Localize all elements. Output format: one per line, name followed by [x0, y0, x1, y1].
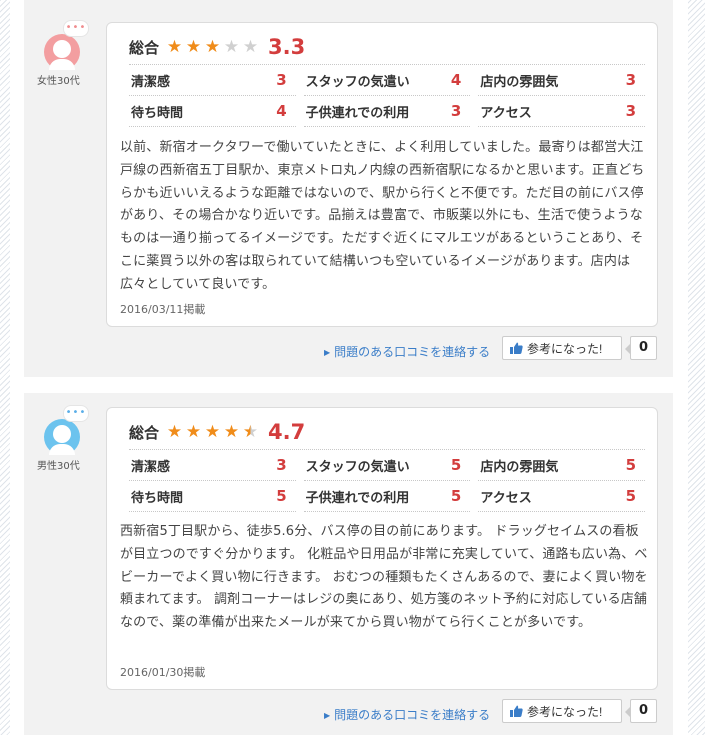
star-rating: ★ ★ ★ ★ ★	[165, 421, 260, 442]
sub-rating-value: 3	[450, 102, 462, 120]
reviewer-demographic: 女性30代	[37, 76, 80, 87]
review-card: 総合 ★ ★ ★ ★ ★ 3.3 清潔感 3 スタッフの気遣い 4 店内の雰囲気…	[106, 22, 658, 327]
sub-rating-wait-time: 待ち時間 4	[129, 96, 296, 127]
sub-rating-label: 店内の雰囲気	[480, 459, 559, 475]
triangle-right-icon: ▶	[324, 348, 331, 357]
star-empty-icon: ★	[223, 36, 240, 57]
sub-rating-wait-time: 待ち時間 5	[129, 481, 296, 512]
review-text: 西新宿5丁目駅から、徒歩5.6分、バス停の目の前にあります。 ドラッグセイムスの…	[120, 524, 648, 631]
sub-rating-access: アクセス 5	[478, 481, 646, 512]
star-icon: ★	[204, 421, 221, 442]
sub-rating-label: 待ち時間	[131, 105, 184, 121]
sub-rating-atmosphere: 店内の雰囲気 3	[478, 65, 646, 96]
sub-rating-label: 子供連れでの利用	[305, 105, 410, 121]
sub-rating-value: 5	[450, 487, 462, 505]
helpful-label: 参考になった!	[527, 341, 603, 356]
star-icon: ★	[166, 421, 183, 442]
speech-bubble-icon: •••	[63, 20, 89, 37]
sub-rating-cleanliness: 清潔感 3	[129, 450, 296, 481]
overall-rating: 総合 ★ ★ ★ ★ ★ 3.3	[129, 33, 305, 61]
sub-rating-staff: スタッフの気遣い 4	[303, 65, 471, 96]
thumbs-up-icon	[510, 705, 523, 717]
sub-rating-access: アクセス 3	[478, 96, 646, 127]
review-item: ••• 女性30代 総合 ★ ★ ★ ★ ★ 3.3 清潔感 3 スタッフの気遣…	[24, 0, 673, 377]
helpful-button[interactable]: 参考になった!	[502, 336, 622, 360]
overall-label: 総合	[129, 423, 160, 442]
sub-rating-label: アクセス	[480, 105, 532, 121]
sub-rating-value: 5	[625, 456, 637, 474]
report-review-link[interactable]: ▶ 問題のある口コミを連絡する	[324, 706, 490, 723]
star-icon: ★	[185, 36, 202, 57]
sub-rating-value: 4	[450, 71, 462, 89]
star-icon: ★	[204, 36, 221, 57]
star-empty-icon: ★	[242, 36, 259, 57]
sub-ratings: 清潔感 3 スタッフの気遣い 4 店内の雰囲気 3 待ち時間 4 子供連れでの利…	[129, 64, 646, 127]
overall-rating: 総合 ★ ★ ★ ★ ★ 4.7	[129, 418, 305, 446]
review-card: 総合 ★ ★ ★ ★ ★ 4.7 清潔感 3 スタッフの気遣い 5 店内の雰囲気…	[106, 407, 658, 690]
sub-rating-label: 子供連れでの利用	[305, 490, 410, 506]
sub-rating-value: 4	[276, 102, 287, 120]
review-text: 以前、新宿オークタワーで働いていたときに、よく利用していました。最寄りは都営大江…	[120, 140, 645, 292]
sub-rating-value: 5	[625, 487, 637, 505]
user-icon	[44, 419, 80, 455]
sub-rating-label: スタッフの気遣い	[305, 74, 410, 90]
sub-rating-value: 3	[276, 456, 287, 474]
helpful-count: 0	[625, 699, 657, 723]
post-date: 2016/03/11掲載	[120, 303, 206, 316]
sub-rating-label: 清潔感	[131, 74, 171, 90]
user-icon	[44, 34, 80, 70]
sub-rating-value: 3	[625, 102, 637, 120]
sub-rating-value: 3	[276, 71, 287, 89]
sub-rating-atmosphere: 店内の雰囲気 5	[478, 450, 646, 481]
reviewer-demographic: 男性30代	[37, 461, 80, 472]
post-date: 2016/01/30掲載	[120, 666, 206, 679]
star-icon: ★	[185, 421, 202, 442]
star-icon: ★	[166, 36, 183, 57]
star-rating: ★ ★ ★ ★ ★	[165, 36, 260, 57]
sub-ratings: 清潔感 3 スタッフの気遣い 5 店内の雰囲気 5 待ち時間 5 子供連れでの利…	[129, 449, 646, 512]
sub-rating-label: アクセス	[480, 490, 532, 506]
sub-rating-label: 待ち時間	[131, 490, 184, 506]
overall-label: 総合	[129, 38, 160, 57]
overall-score: 4.7	[268, 420, 306, 444]
overall-score: 3.3	[268, 35, 306, 59]
sub-rating-label: スタッフの気遣い	[305, 459, 410, 475]
star-half-icon: ★	[242, 421, 259, 442]
report-review-label: 問題のある口コミを連絡する	[334, 708, 491, 722]
report-review-link[interactable]: ▶ 問題のある口コミを連絡する	[324, 343, 490, 360]
review-item: ••• 男性30代 総合 ★ ★ ★ ★ ★ 4.7 清潔感 3 スタッフの気遣…	[24, 393, 673, 735]
helpful-button[interactable]: 参考になった!	[502, 699, 622, 723]
helpful-count: 0	[625, 336, 657, 360]
triangle-right-icon: ▶	[324, 711, 331, 720]
sub-rating-value: 5	[450, 456, 462, 474]
sub-rating-label: 店内の雰囲気	[480, 74, 559, 90]
sub-rating-label: 清潔感	[131, 459, 171, 475]
sub-rating-value: 5	[276, 487, 287, 505]
thumbs-up-icon	[510, 342, 523, 354]
star-icon: ★	[223, 421, 240, 442]
helpful-label: 参考になった!	[527, 704, 603, 719]
sub-rating-value: 3	[625, 71, 637, 89]
sub-rating-staff: スタッフの気遣い 5	[303, 450, 471, 481]
report-review-label: 問題のある口コミを連絡する	[334, 345, 491, 359]
sub-rating-with-children: 子供連れでの利用 5	[303, 481, 471, 512]
sub-rating-cleanliness: 清潔感 3	[129, 65, 296, 96]
sub-rating-with-children: 子供連れでの利用 3	[303, 96, 471, 127]
speech-bubble-icon: •••	[63, 405, 89, 422]
